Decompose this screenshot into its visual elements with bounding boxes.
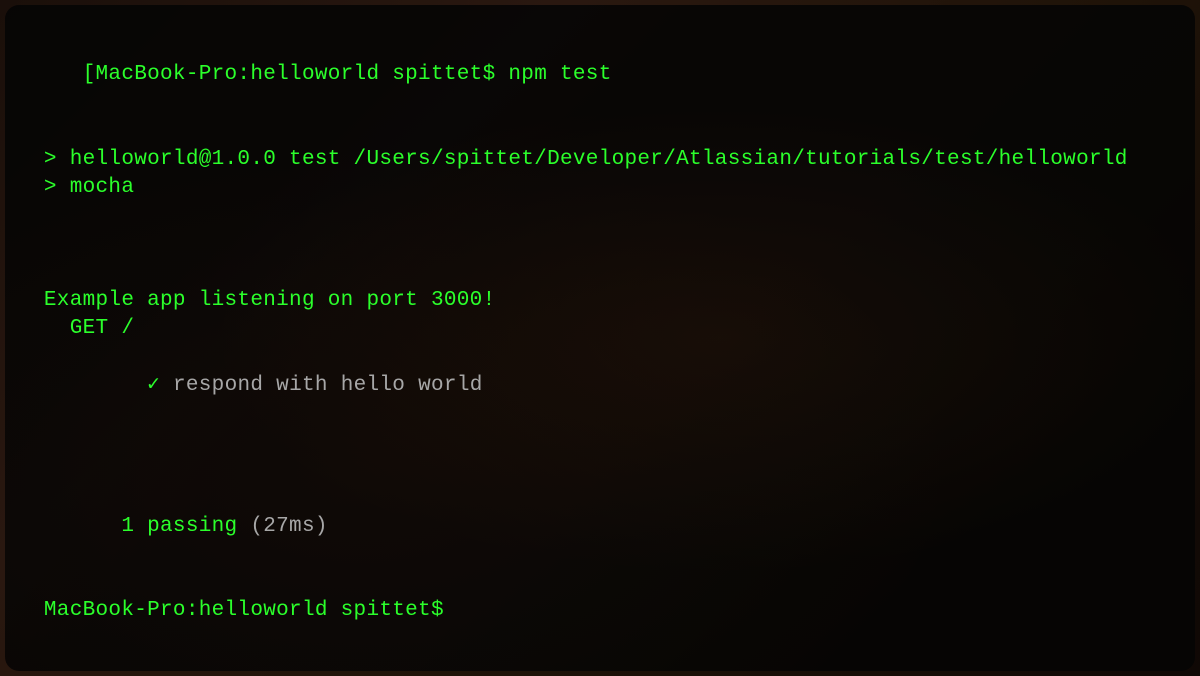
checkmark-icon: ✓ (83, 374, 173, 397)
command-text: npm test (508, 63, 611, 86)
test-suite-label: GET / (31, 315, 1169, 343)
test-duration: (27ms) (250, 515, 327, 538)
shell-prompt-ready: MacBook-Pro:helloworld spittet$ (31, 597, 457, 625)
blank-line (31, 203, 1169, 231)
npm-output-line-2: > mocha (31, 174, 1169, 202)
blank-line (31, 118, 1169, 146)
blank-line (31, 569, 1169, 597)
blank-line (31, 231, 1169, 259)
npm-output-line-1: > helloworld@1.0.0 test /Users/spittet/D… (31, 146, 1169, 174)
app-listening-message: Example app listening on port 3000! (31, 287, 1169, 315)
blank-line (31, 259, 1169, 287)
shell-prompt: [MacBook-Pro:helloworld spittet$ (83, 63, 509, 86)
prompt-line-1: [MacBook-Pro:helloworld spittet$ npm tes… (31, 33, 1169, 118)
passing-count: 1 passing (83, 515, 251, 538)
blank-line (31, 456, 1169, 484)
test-result-line: ✓ respond with hello world (31, 343, 1169, 428)
blank-line (31, 428, 1169, 456)
terminal-window[interactable]: [MacBook-Pro:helloworld spittet$ npm tes… (5, 5, 1195, 671)
test-summary-line: 1 passing (27ms) (31, 484, 1169, 569)
test-description: respond with hello world (173, 374, 483, 397)
prompt-line-2[interactable]: MacBook-Pro:helloworld spittet$ (31, 597, 1169, 625)
